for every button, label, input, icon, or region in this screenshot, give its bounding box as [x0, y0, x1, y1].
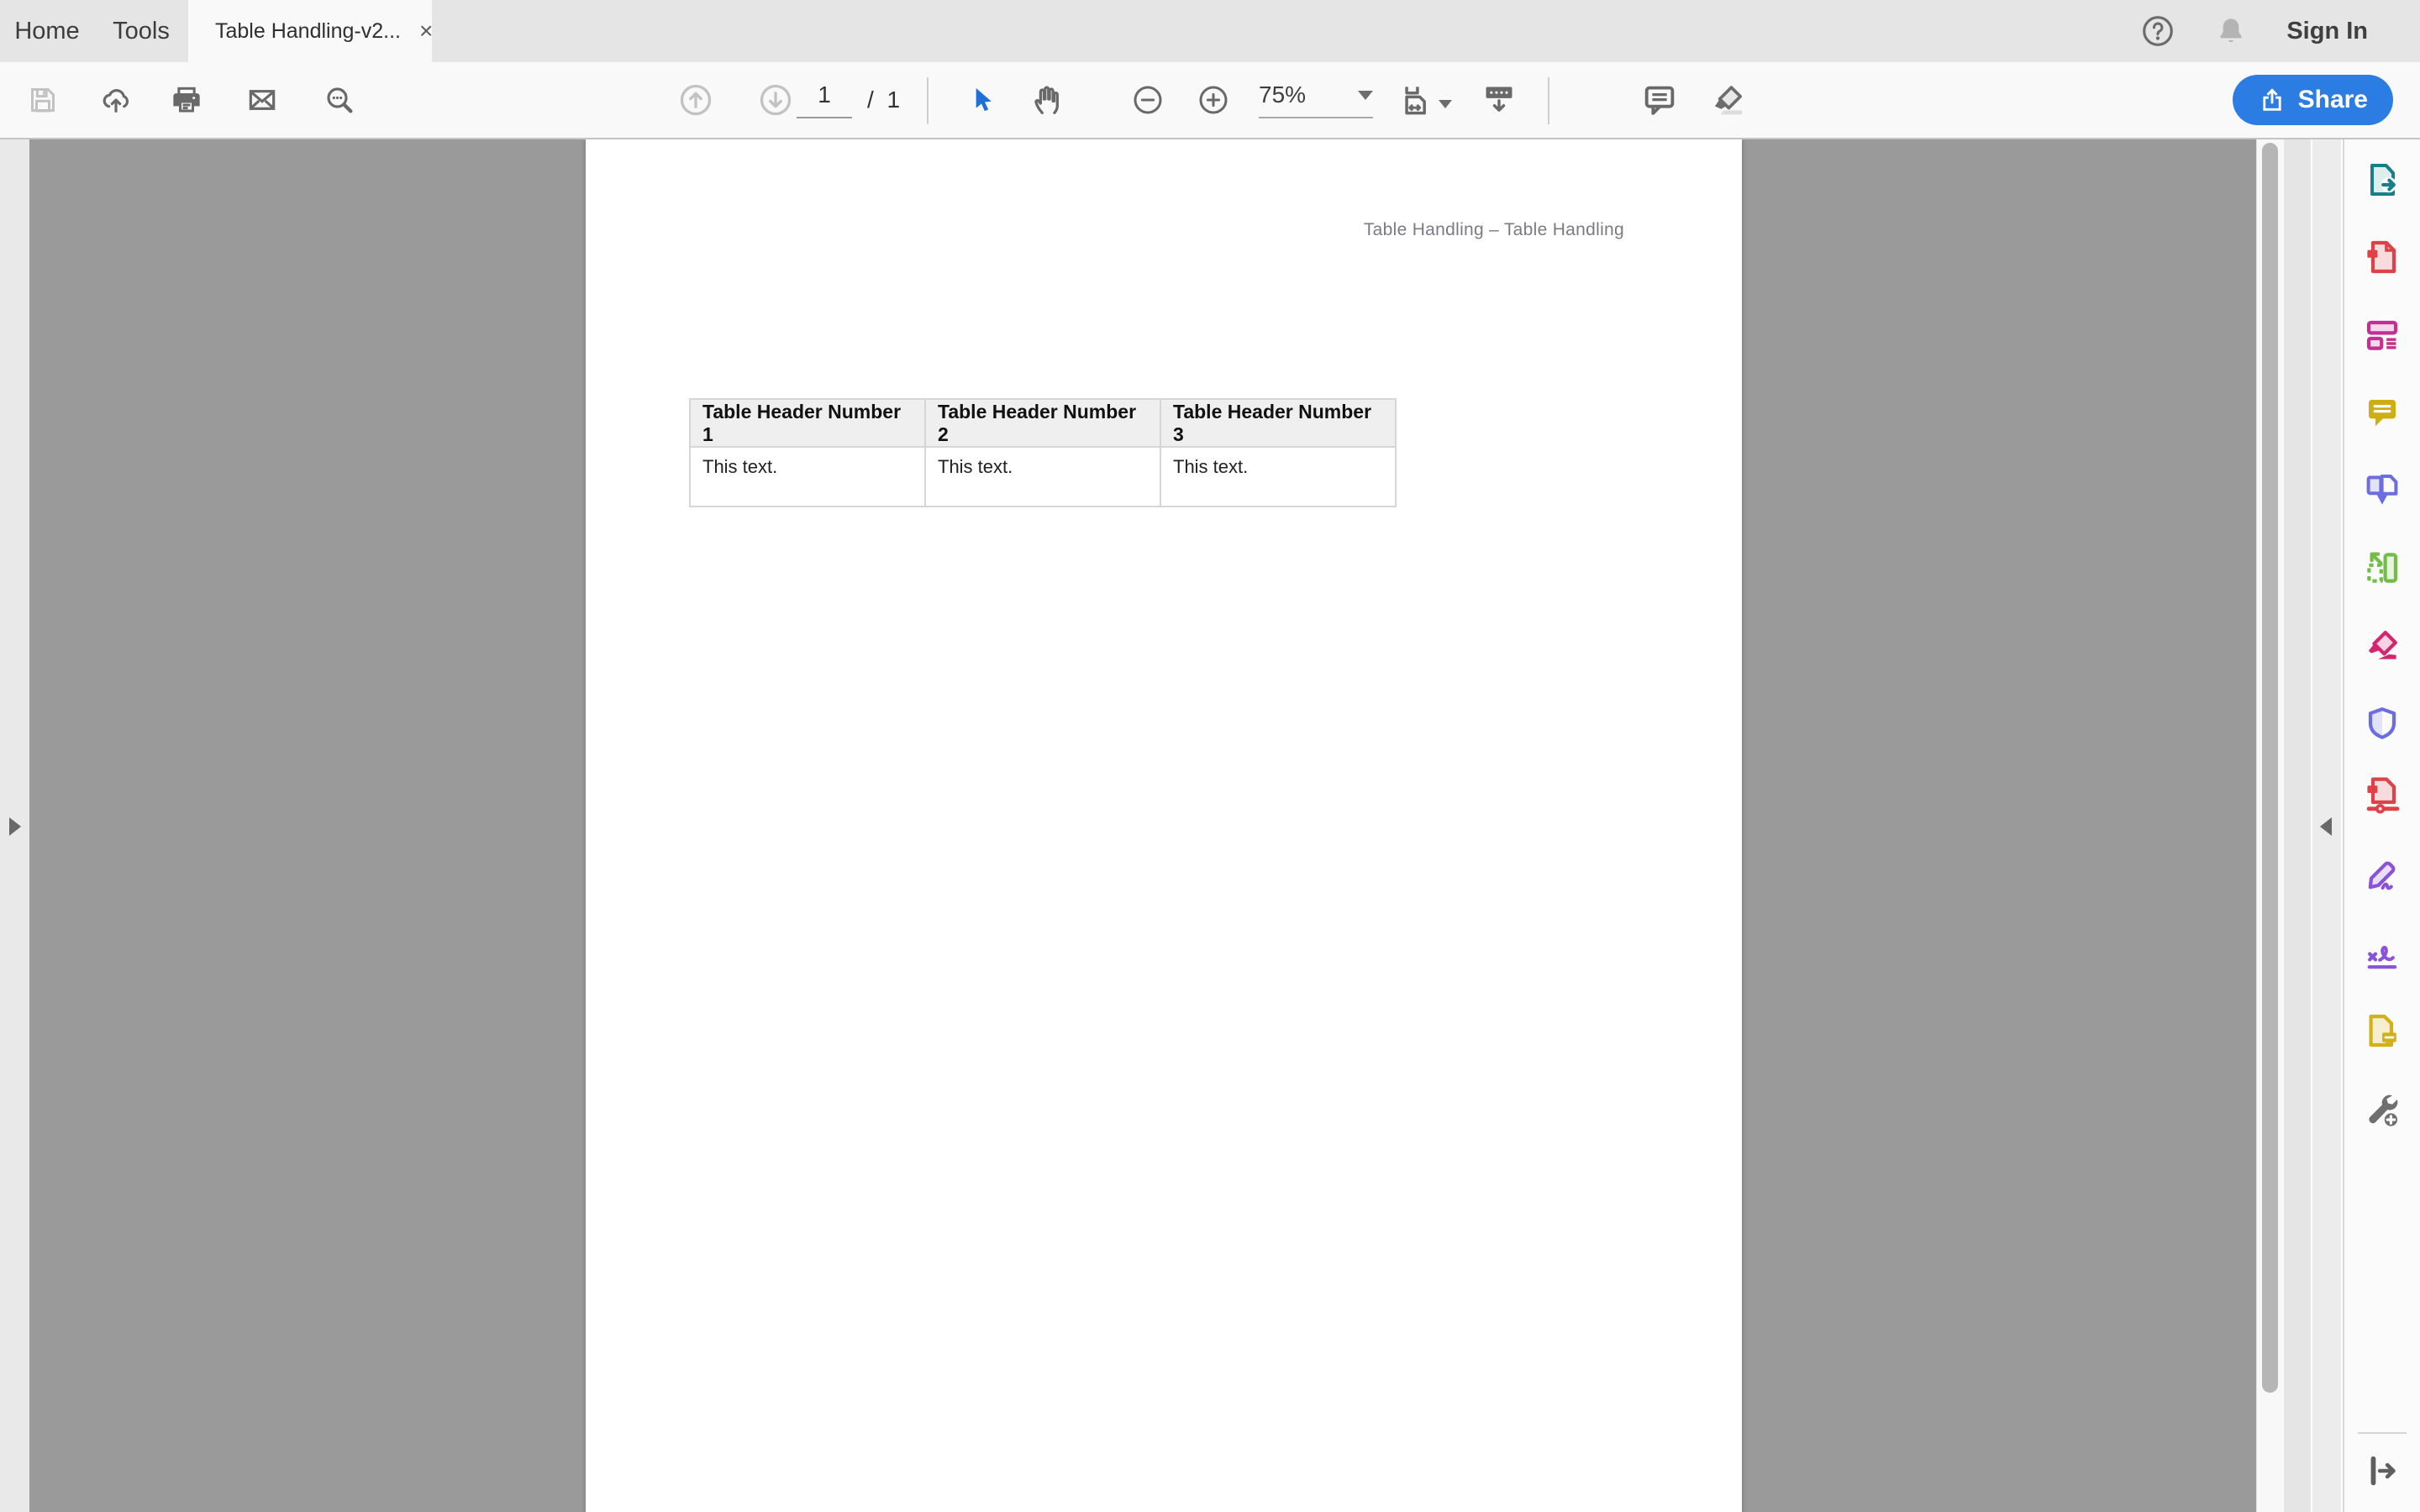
vertical-scrollbar[interactable]	[2256, 139, 2284, 1512]
tab-home[interactable]: Home	[0, 0, 94, 62]
tab-bar: Home Tools Table Handling-v2... × Sign I…	[0, 0, 2420, 62]
close-icon[interactable]: ×	[419, 19, 433, 43]
share-button[interactable]: Share	[2232, 75, 2393, 125]
table-header-row: Table Header Number 1 Table Header Numbe…	[689, 398, 1397, 448]
save-icon[interactable]	[26, 83, 60, 117]
toolbar: 1 / 1 75% Share	[0, 62, 2420, 139]
share-label: Share	[2297, 86, 2368, 113]
table-cell: This text.	[924, 446, 1161, 507]
cloud-upload-icon[interactable]	[99, 83, 133, 117]
organize-pages-icon[interactable]	[2362, 548, 2402, 588]
main-area: Table Handling – Table Handling Table He…	[0, 139, 2420, 1512]
tools-panel	[2343, 139, 2420, 1512]
chevron-down-icon	[1358, 90, 1373, 100]
search-icon[interactable]	[323, 83, 356, 117]
document-tab-title: Table Handling-v2...	[215, 18, 401, 43]
previous-page-icon[interactable]	[677, 81, 714, 118]
email-icon[interactable]	[245, 83, 279, 117]
pdf-table: Table Header Number 1 Table Header Numbe…	[689, 398, 1397, 507]
scrollbar-thumb[interactable]	[2262, 143, 2278, 1393]
right-pane-gutter[interactable]	[2311, 139, 2343, 1512]
notification-bell-icon[interactable]	[2214, 14, 2248, 48]
document-viewport: Table Handling – Table Handling Table He…	[29, 139, 2284, 1512]
divider	[1548, 77, 1549, 124]
divider	[2358, 1432, 2407, 1434]
divider	[927, 77, 929, 124]
edit-pdf-icon[interactable]	[2362, 315, 2402, 355]
highlighter-icon[interactable]	[1709, 81, 1748, 119]
scroll-mode-icon[interactable]	[1481, 81, 1518, 118]
expand-right-pane-icon[interactable]	[2320, 817, 2332, 836]
pdf-running-header: Table Handling – Table Handling	[1363, 220, 1624, 239]
page-count-label: / 1	[867, 87, 904, 113]
zoom-in-icon[interactable]	[1197, 83, 1230, 117]
request-signatures-icon[interactable]	[2362, 932, 2402, 973]
zoom-level-value: 75%	[1259, 81, 1307, 108]
page-number-input[interactable]: 1	[797, 81, 852, 118]
comment-tool-icon[interactable]	[2362, 392, 2402, 433]
send-for-review-icon[interactable]	[2362, 1011, 2402, 1051]
tab-tools[interactable]: Tools	[94, 0, 188, 62]
table-header-cell: Table Header Number 1	[689, 398, 926, 448]
compress-pdf-icon[interactable]	[2362, 774, 2402, 815]
next-page-icon[interactable]	[757, 81, 794, 118]
table-header-cell: Table Header Number 3	[1160, 398, 1397, 448]
selection-tool-icon[interactable]	[966, 83, 1000, 117]
more-tools-icon[interactable]	[2362, 1089, 2402, 1130]
table-cell: This text.	[689, 446, 926, 507]
table-header-cell: Table Header Number 2	[924, 398, 1161, 448]
open-tools-pane-icon[interactable]	[2363, 1452, 2402, 1490]
table-cell: This text.	[1160, 446, 1397, 507]
chevron-down-icon[interactable]	[1439, 100, 1452, 109]
fit-width-icon[interactable]	[1398, 81, 1435, 118]
print-icon[interactable]	[170, 83, 203, 117]
hand-tool-icon[interactable]	[1028, 81, 1067, 119]
document-tab[interactable]: Table Handling-v2... ×	[188, 0, 433, 62]
protect-icon[interactable]	[2362, 703, 2402, 743]
export-pdf-icon[interactable]	[2362, 160, 2402, 200]
redact-icon[interactable]	[2362, 626, 2402, 666]
table-row: This text. This text. This text.	[689, 446, 1397, 507]
pdf-page: Table Handling – Table Handling Table He…	[586, 139, 1742, 1512]
combine-files-icon[interactable]	[2362, 470, 2402, 511]
left-pane-gutter[interactable]	[0, 139, 29, 1512]
zoom-level-dropdown[interactable]: 75%	[1259, 81, 1373, 118]
create-pdf-icon[interactable]	[2362, 237, 2402, 277]
fill-and-sign-icon[interactable]	[2362, 854, 2402, 895]
sign-in-button[interactable]: Sign In	[2286, 18, 2368, 45]
zoom-out-icon[interactable]	[1131, 83, 1165, 117]
comment-icon[interactable]	[1640, 81, 1679, 119]
help-icon[interactable]	[2140, 13, 2175, 49]
expand-left-pane-icon[interactable]	[9, 817, 21, 836]
